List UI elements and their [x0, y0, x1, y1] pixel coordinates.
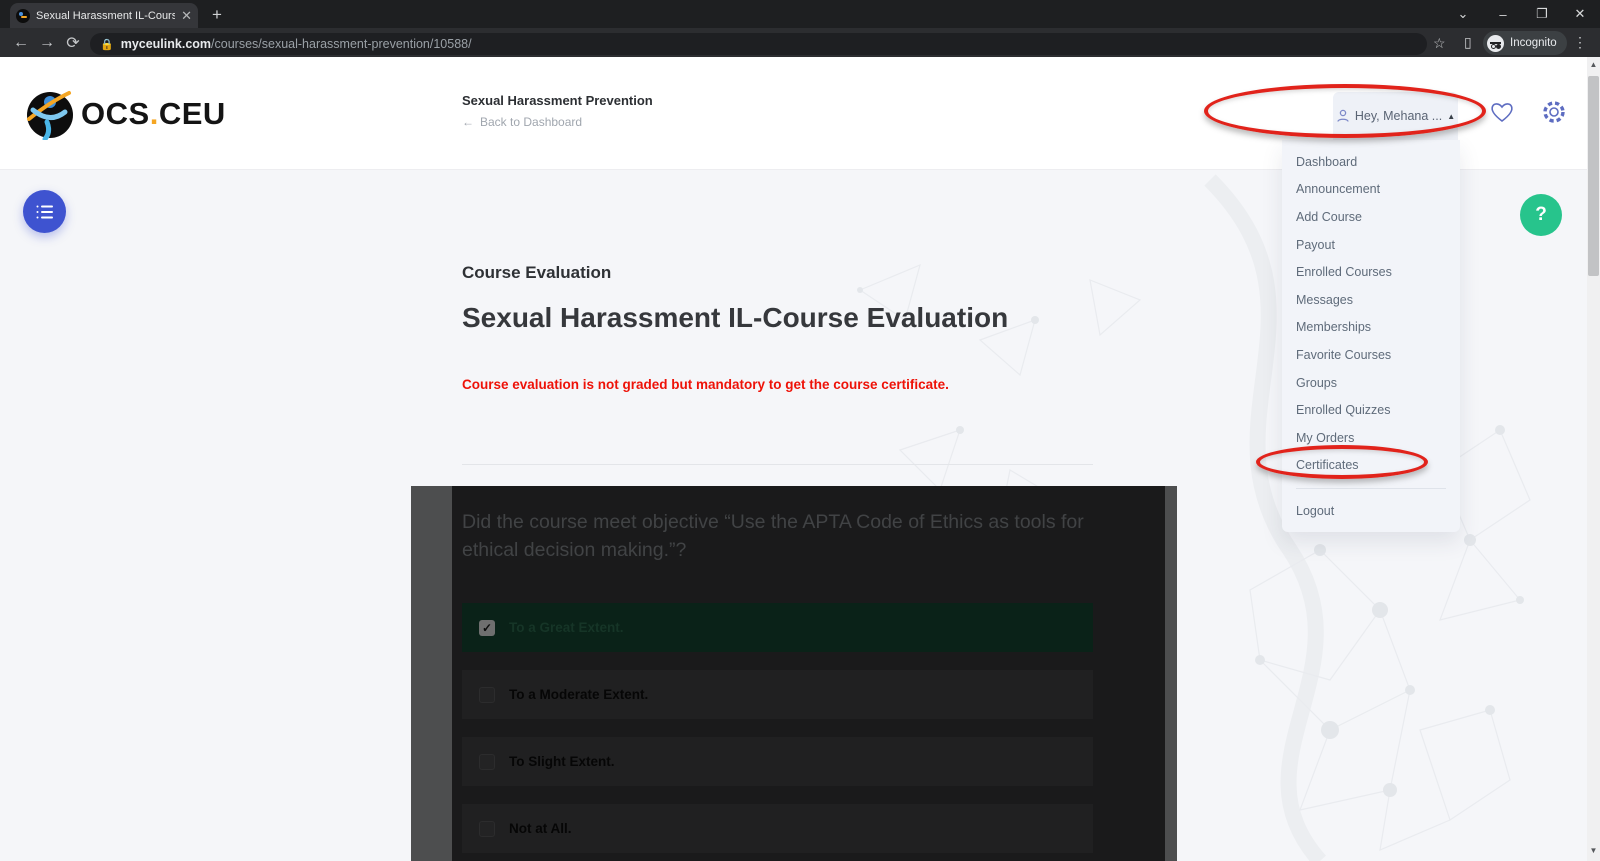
page-title: Sexual Harassment IL-Course Evaluation [462, 302, 1008, 334]
scrollbar-thumb[interactable] [1588, 76, 1599, 276]
lock-icon: 🔒 [100, 38, 114, 51]
browser-titlebar: Sexual Harassment IL-Course Eva ✕ + ⌄ – … [0, 0, 1600, 28]
tab-title: Sexual Harassment IL-Course Eva [36, 10, 175, 22]
menu-item-groups[interactable]: Groups [1296, 369, 1460, 397]
site-logo[interactable]: OCS.CEU [25, 88, 226, 140]
logo-text: OCS.CEU [81, 96, 226, 132]
evaluation-notice: Course evaluation is not graded but mand… [462, 377, 949, 392]
option-to-slight-extent[interactable]: To Slight Extent. [462, 737, 1093, 786]
url-domain: myceulink.com [121, 37, 211, 51]
empty-checkbox-icon[interactable] [479, 821, 495, 837]
back-button[interactable]: ← [8, 34, 34, 52]
menu-item-favorite-courses[interactable]: Favorite Courses [1296, 341, 1460, 369]
menu-item-enrolled-quizzes[interactable]: Enrolled Quizzes [1296, 396, 1460, 424]
window-close-button[interactable]: ✕ [1560, 0, 1600, 28]
reload-button[interactable]: ⟳ [60, 33, 86, 53]
side-panel-icon[interactable]: ▯ [1464, 34, 1472, 51]
question-text: Did the course meet objective “Use the A… [462, 508, 1102, 564]
menu-item-memberships[interactable]: Memberships [1296, 314, 1460, 342]
incognito-badge: Incognito [1483, 31, 1567, 55]
annotation-circle-certificates [1256, 445, 1428, 479]
question-mark-icon: ? [1535, 204, 1547, 226]
tab-close-icon[interactable]: ✕ [181, 9, 192, 22]
annotation-circle-user-menu [1204, 84, 1486, 138]
back-arrow-icon: ← [462, 115, 474, 129]
empty-checkbox-icon[interactable] [479, 754, 495, 770]
menu-item-add-course[interactable]: Add Course [1296, 203, 1460, 231]
window-chevron-icon[interactable]: ⌄ [1443, 0, 1483, 28]
menu-item-logout[interactable]: Logout [1296, 497, 1460, 525]
scroll-down-icon[interactable]: ▼ [1589, 846, 1598, 855]
bookmark-star-icon[interactable]: ☆ [1433, 35, 1446, 52]
scroll-up-icon[interactable]: ▲ [1589, 60, 1598, 69]
menu-item-messages[interactable]: Messages [1296, 286, 1460, 314]
menu-item-dashboard[interactable]: Dashboard [1296, 148, 1460, 176]
content-divider [462, 464, 1093, 465]
option-not-at-all[interactable]: Not at All. [462, 804, 1093, 853]
settings-gear-icon[interactable] [1541, 99, 1567, 125]
section-label: Course Evaluation [462, 263, 611, 283]
window-minimize-button[interactable]: – [1483, 0, 1523, 28]
menu-item-announcement[interactable]: Announcement [1296, 176, 1460, 204]
address-bar[interactable]: 🔒 myceulink.com/courses/sexual-harassmen… [90, 33, 1427, 55]
help-button[interactable]: ? [1520, 194, 1562, 236]
list-icon [36, 204, 54, 220]
browser-tab[interactable]: Sexual Harassment IL-Course Eva ✕ [10, 3, 198, 28]
empty-checkbox-icon[interactable] [479, 687, 495, 703]
url-path: /courses/sexual-harassment-prevention/10… [211, 37, 472, 51]
new-tab-button[interactable]: + [212, 5, 222, 25]
menu-item-enrolled-courses[interactable]: Enrolled Courses [1296, 258, 1460, 286]
browser-menu-icon[interactable]: ⋮ [1573, 34, 1587, 51]
back-to-dashboard-link[interactable]: ←Back to Dashboard [462, 115, 653, 129]
curriculum-list-button[interactable] [23, 190, 66, 233]
incognito-icon [1487, 35, 1504, 52]
header-course-title: Sexual Harassment Prevention [462, 93, 653, 108]
checked-checkbox-icon[interactable]: ✓ [479, 620, 495, 636]
window-restore-button[interactable]: ❐ [1522, 0, 1562, 28]
menu-divider [1296, 488, 1446, 489]
menu-item-payout[interactable]: Payout [1296, 231, 1460, 259]
wishlist-heart-icon[interactable] [1489, 100, 1515, 124]
option-to-a-great-extent[interactable]: ✓ To a Great Extent. [462, 603, 1093, 652]
option-to-a-moderate-extent[interactable]: To a Moderate Extent. [462, 670, 1093, 719]
forward-button[interactable]: → [34, 34, 60, 52]
tab-favicon-icon [16, 9, 30, 23]
logo-mark-icon [25, 88, 75, 140]
